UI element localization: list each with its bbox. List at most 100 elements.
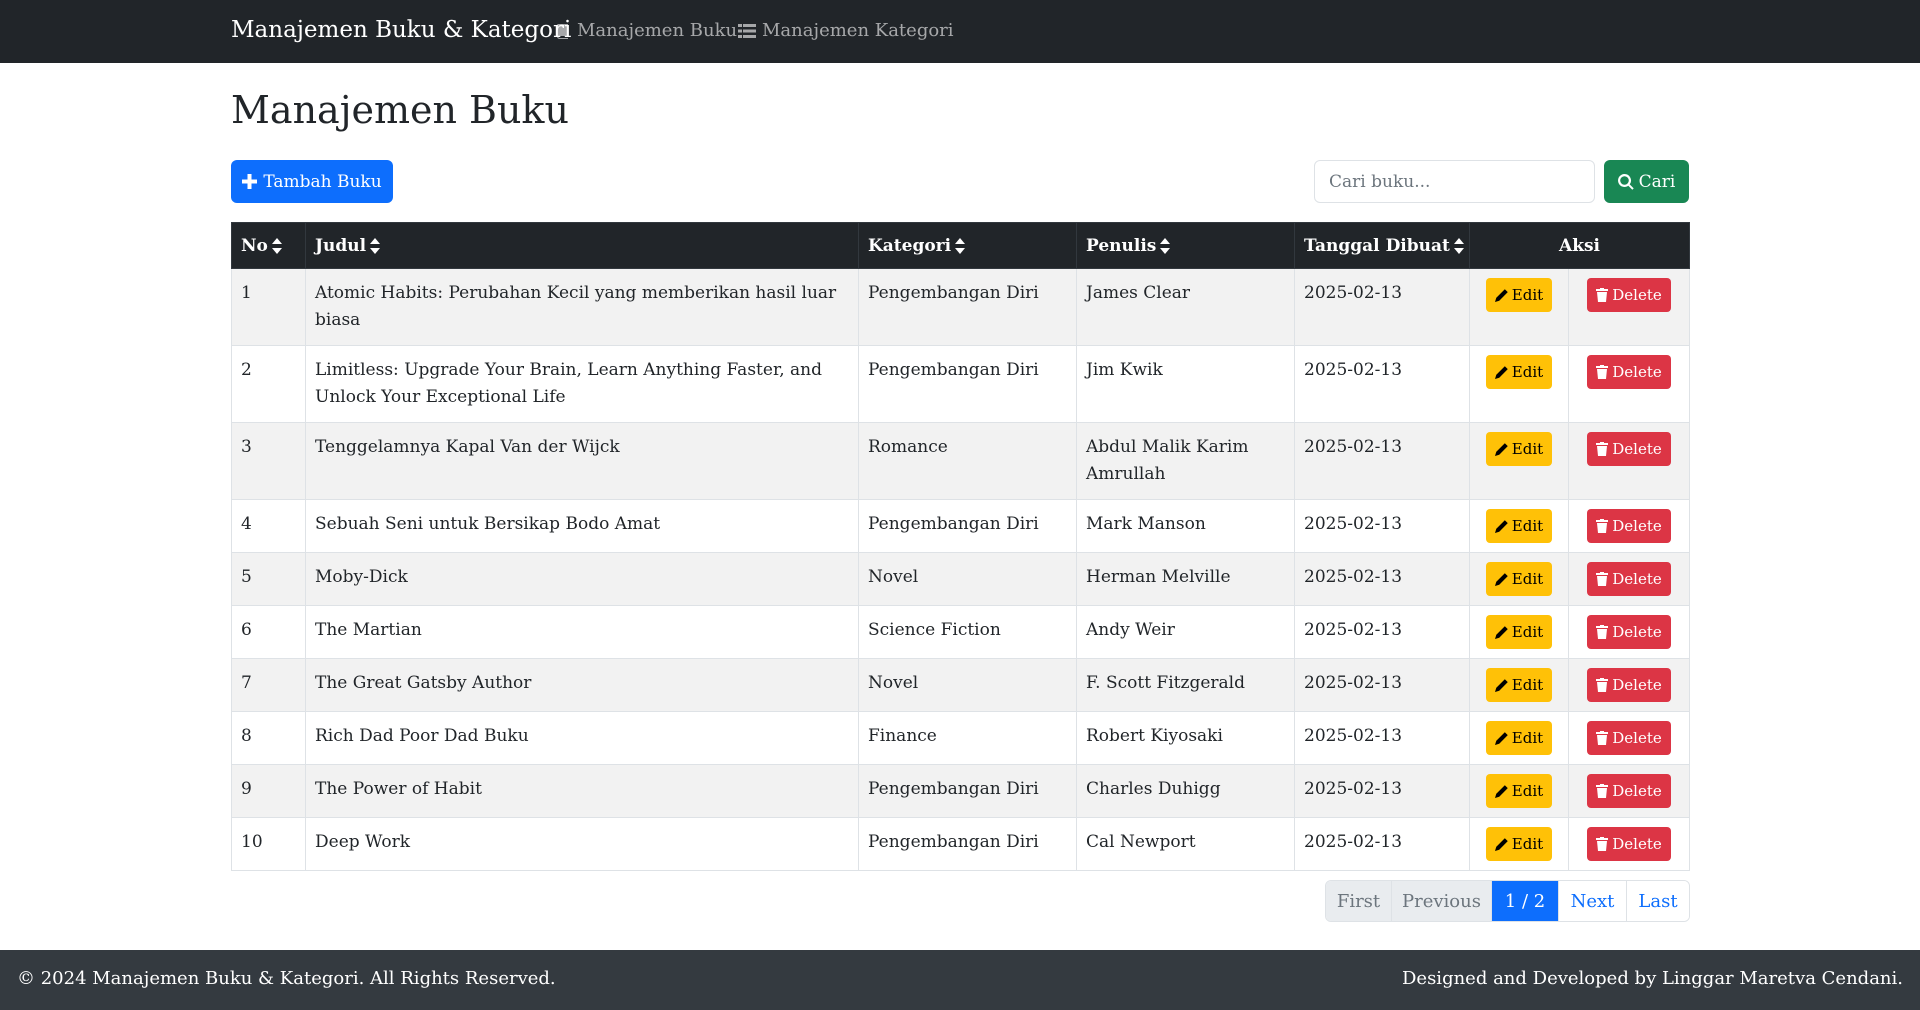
cell-edit: Edit <box>1469 552 1569 606</box>
nav-link-manajemen-kategori[interactable]: Manajemen Kategori <box>738 20 954 41</box>
nav-link-manajemen-buku[interactable]: Manajemen Buku <box>555 20 737 41</box>
cell-judul: The Martian <box>305 605 859 659</box>
edit-button[interactable]: Edit <box>1485 668 1553 702</box>
pencil-icon <box>1494 678 1508 692</box>
edit-button[interactable]: Edit <box>1485 278 1553 312</box>
trash-icon <box>1596 837 1609 851</box>
delete-button[interactable]: Delete <box>1587 774 1671 808</box>
cell-no: 4 <box>231 499 306 553</box>
header-aksi: Aksi <box>1469 222 1690 269</box>
trash-icon <box>1596 365 1609 379</box>
navbar: Manajemen Buku & Kategori Manajemen Buku… <box>0 0 1920 63</box>
delete-label: Delete <box>1612 363 1662 381</box>
cell-tanggal: 2025-02-13 <box>1294 499 1470 553</box>
delete-label: Delete <box>1612 570 1662 588</box>
search-button[interactable]: Cari <box>1604 160 1689 203</box>
pencil-icon <box>1494 837 1508 851</box>
page-previous-button[interactable]: Previous <box>1392 881 1492 921</box>
delete-label: Delete <box>1612 517 1662 535</box>
cell-delete: Delete <box>1568 499 1690 553</box>
header-label: Tanggal Dibuat <box>1304 235 1450 256</box>
cell-tanggal: 2025-02-13 <box>1294 711 1470 765</box>
header-judul[interactable]: Judul <box>305 222 859 269</box>
table-row: 7 The Great Gatsby Author Novel F. Scott Fi… <box>231 658 1690 712</box>
cell-no: 10 <box>231 817 306 871</box>
header-tanggal[interactable]: Tanggal Dibuat <box>1294 222 1470 269</box>
pencil-icon <box>1494 442 1508 456</box>
page-current-indicator: 1 / 2 <box>1492 881 1559 921</box>
sort-icon <box>370 238 381 254</box>
book-icon <box>557 23 568 39</box>
pencil-icon <box>1494 365 1508 379</box>
edit-label: Edit <box>1511 835 1544 853</box>
edit-button[interactable]: Edit <box>1485 615 1553 649</box>
edit-button[interactable]: Edit <box>1485 774 1553 808</box>
delete-button[interactable]: Delete <box>1587 509 1671 543</box>
page-last-button[interactable]: Last <box>1627 881 1689 921</box>
delete-label: Delete <box>1612 440 1662 458</box>
cell-no: 1 <box>231 268 306 346</box>
trash-icon <box>1596 731 1609 745</box>
page-next-button[interactable]: Next <box>1559 881 1627 921</box>
cell-delete: Delete <box>1568 711 1690 765</box>
cell-kategori: Novel <box>858 552 1077 606</box>
cell-edit: Edit <box>1469 817 1569 871</box>
cell-edit: Edit <box>1469 711 1569 765</box>
cell-judul: The Power of Habit <box>305 764 859 818</box>
cell-judul: Limitless: Upgrade Your Brain, Learn Any… <box>305 345 859 423</box>
edit-button[interactable]: Edit <box>1485 721 1553 755</box>
table-row: 1 Atomic Habits: Perubahan Kecil yang mem… <box>231 268 1690 346</box>
trash-icon <box>1596 572 1609 586</box>
delete-label: Delete <box>1612 676 1662 694</box>
edit-button[interactable]: Edit <box>1485 562 1553 596</box>
header-penulis[interactable]: Penulis <box>1076 222 1295 269</box>
delete-button[interactable]: Delete <box>1587 278 1671 312</box>
header-kategori[interactable]: Kategori <box>858 222 1077 269</box>
footer-copyright: © 2024 Manajemen Buku & Kategori. All Ri… <box>17 968 556 989</box>
sort-icon <box>1160 238 1171 254</box>
cell-tanggal: 2025-02-13 <box>1294 268 1470 346</box>
navbar-brand[interactable]: Manajemen Buku & Kategori <box>231 17 571 43</box>
search-icon <box>1617 173 1634 190</box>
cell-penulis: Robert Kiyosaki <box>1076 711 1295 765</box>
cell-delete: Delete <box>1568 605 1690 659</box>
footer: © 2024 Manajemen Buku & Kategori. All Ri… <box>0 950 1920 1010</box>
cell-penulis: Cal Newport <box>1076 817 1295 871</box>
cell-delete: Delete <box>1568 817 1690 871</box>
cell-judul: Sebuah Seni untuk Bersikap Bodo Amat <box>305 499 859 553</box>
header-no[interactable]: No <box>231 222 306 269</box>
book-table: No Judul Kategori Penulis Tanggal Dibuat… <box>231 222 1690 871</box>
cell-edit: Edit <box>1469 422 1569 500</box>
delete-button[interactable]: Delete <box>1587 355 1671 389</box>
edit-button[interactable]: Edit <box>1485 355 1553 389</box>
table-row: 2 Limitless: Upgrade Your Brain, Learn An… <box>231 345 1690 423</box>
cell-penulis: Herman Melville <box>1076 552 1295 606</box>
cell-kategori: Romance <box>858 422 1077 500</box>
nav-link-label: Manajemen Kategori <box>762 20 954 41</box>
edit-button[interactable]: Edit <box>1485 509 1553 543</box>
edit-button[interactable]: Edit <box>1485 827 1553 861</box>
add-book-label: Tambah Buku <box>263 171 382 192</box>
page-first-button[interactable]: First <box>1326 881 1392 921</box>
delete-button[interactable]: Delete <box>1587 562 1671 596</box>
delete-label: Delete <box>1612 835 1662 853</box>
delete-button[interactable]: Delete <box>1587 668 1671 702</box>
cell-penulis: Mark Manson <box>1076 499 1295 553</box>
cell-judul: Tenggelamnya Kapal Van der Wijck <box>305 422 859 500</box>
pencil-icon <box>1494 288 1508 302</box>
add-book-button[interactable]: Tambah Buku <box>231 160 393 203</box>
cell-tanggal: 2025-02-13 <box>1294 345 1470 423</box>
search-input[interactable] <box>1314 160 1595 203</box>
table-body: 1 Atomic Habits: Perubahan Kecil yang mem… <box>231 268 1690 871</box>
pencil-icon <box>1494 731 1508 745</box>
delete-button[interactable]: Delete <box>1587 827 1671 861</box>
pencil-icon <box>1494 572 1508 586</box>
edit-label: Edit <box>1511 440 1544 458</box>
delete-button[interactable]: Delete <box>1587 615 1671 649</box>
cell-kategori: Science Fiction <box>858 605 1077 659</box>
edit-button[interactable]: Edit <box>1485 432 1553 466</box>
delete-button[interactable]: Delete <box>1587 721 1671 755</box>
pencil-icon <box>1494 625 1508 639</box>
delete-button[interactable]: Delete <box>1587 432 1671 466</box>
cell-penulis: Jim Kwik <box>1076 345 1295 423</box>
